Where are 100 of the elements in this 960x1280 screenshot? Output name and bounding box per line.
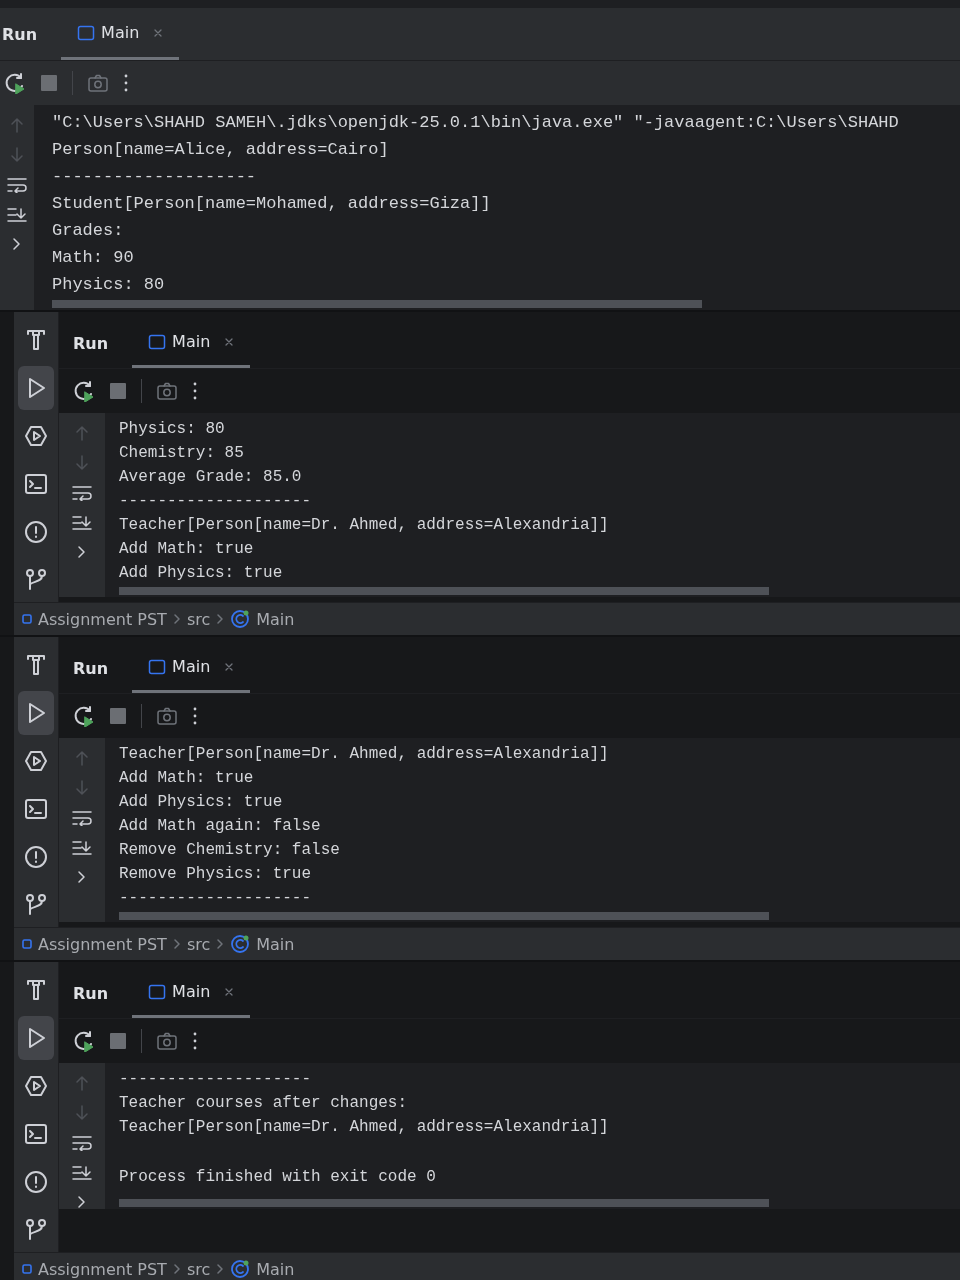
hammer-icon: [24, 978, 48, 1002]
rerun-icon[interactable]: [73, 1030, 95, 1052]
branch-icon: [24, 568, 48, 592]
close-icon[interactable]: [153, 27, 164, 38]
run-tab[interactable]: Main: [132, 643, 251, 693]
stop-icon[interactable]: [109, 1032, 127, 1050]
breadcrumb-item[interactable]: Main: [256, 609, 295, 629]
chevron-right-icon[interactable]: [77, 1195, 87, 1209]
console-line: Student[Person[name=Mohamed, address=Giza]]: [52, 193, 492, 215]
more-icon[interactable]: [192, 706, 198, 726]
class-icon: [230, 934, 251, 954]
chevron-right-icon: [172, 1263, 181, 1275]
stop-icon[interactable]: [109, 707, 127, 725]
camera-icon[interactable]: [87, 73, 109, 93]
rerun-icon[interactable]: [4, 72, 26, 94]
run-tab[interactable]: Main: [132, 968, 251, 1018]
module-icon: [22, 939, 32, 949]
horizontal-scrollbar[interactable]: [119, 587, 769, 595]
soft-wrap-icon[interactable]: [72, 810, 92, 826]
chevron-right-icon[interactable]: [12, 237, 22, 251]
hammer-icon: [24, 653, 48, 677]
console-line: --------------------: [119, 888, 313, 909]
more-icon[interactable]: [192, 1031, 198, 1051]
branch-icon: [24, 893, 48, 917]
stop-icon[interactable]: [109, 382, 127, 400]
problems-icon: [24, 520, 48, 544]
terminal-icon: [24, 797, 48, 821]
class-icon: [230, 609, 251, 629]
stop-icon[interactable]: [40, 74, 58, 92]
breadcrumb-item[interactable]: Main: [256, 934, 295, 954]
console-line: Physics: 80: [52, 274, 166, 296]
class-icon: [230, 1259, 251, 1279]
console-line: Remove Chemistry: false: [119, 840, 341, 861]
horizontal-scrollbar[interactable]: [52, 300, 702, 308]
terminal-icon: [24, 472, 48, 496]
more-icon[interactable]: [192, 381, 198, 401]
breadcrumb-item[interactable]: src: [186, 934, 211, 954]
horizontal-scrollbar[interactable]: [119, 912, 769, 920]
chevron-right-icon[interactable]: [77, 870, 87, 884]
breadcrumb-item[interactable]: src: [186, 1259, 211, 1279]
run-tab[interactable]: Main: [61, 8, 180, 60]
branch-icon: [24, 1218, 48, 1242]
console-line: Teacher[Person[name=Dr. Ahmed, address=Alexandria]]: [119, 1117, 610, 1138]
horizontal-scrollbar[interactable]: [119, 1199, 769, 1207]
camera-icon[interactable]: [156, 381, 178, 401]
soft-wrap-icon[interactable]: [72, 1135, 92, 1151]
console-line: Add Math: true: [119, 539, 255, 560]
rerun-icon[interactable]: [73, 705, 95, 727]
module-icon: [22, 1264, 32, 1274]
camera-icon[interactable]: [156, 706, 178, 726]
rerun-icon[interactable]: [73, 380, 95, 402]
camera-icon[interactable]: [156, 1031, 178, 1051]
console-line: --------------------: [119, 491, 313, 512]
console-line: Grades:: [52, 220, 125, 242]
close-icon[interactable]: [224, 986, 235, 997]
problems-icon: [24, 1170, 48, 1194]
console-line: Remove Physics: true: [119, 864, 313, 885]
scroll-to-end-icon[interactable]: [72, 1165, 92, 1181]
tool-window-title: Run: [2, 24, 38, 44]
console-line: "C:\Users\SHAHD SAMEH\.jdks\openjdk-25.0.1\bin\java.exe" "-javaagent:C:\Users\SHAHD: [52, 112, 900, 134]
scroll-to-end-icon[interactable]: [72, 840, 92, 856]
services-icon: [24, 424, 48, 448]
console-line: Person[name=Alice, address=Cairo]: [52, 139, 390, 161]
console-line: Physics: 80: [119, 419, 226, 440]
breadcrumb-item[interactable]: Assignment PST: [38, 1259, 167, 1279]
run-tool-button[interactable]: [18, 691, 54, 735]
services-icon: [24, 1074, 48, 1098]
run-tab[interactable]: Main: [132, 318, 251, 368]
breadcrumb-item[interactable]: src: [186, 609, 211, 629]
console-line: Add Math again: false: [119, 816, 322, 837]
scroll-to-end-icon[interactable]: [72, 515, 92, 531]
chevron-right-icon[interactable]: [77, 545, 87, 559]
more-icon[interactable]: [123, 73, 129, 93]
scroll-to-end-icon[interactable]: [7, 207, 27, 223]
window-icon: [77, 24, 96, 41]
chevron-right-icon: [216, 938, 225, 950]
soft-wrap-icon[interactable]: [7, 177, 27, 193]
hammer-icon: [24, 328, 48, 352]
chevron-right-icon: [172, 613, 181, 625]
chevron-right-icon: [216, 1263, 225, 1275]
close-icon[interactable]: [224, 661, 235, 672]
chevron-right-icon: [216, 613, 225, 625]
console-line: Add Math: true: [119, 768, 255, 789]
console-line: Teacher[Person[name=Dr. Ahmed, address=Alexandria]]: [119, 744, 610, 765]
close-icon[interactable]: [224, 336, 235, 347]
window-icon: [148, 983, 167, 1000]
console-line: Teacher courses after changes:: [119, 1093, 409, 1114]
breadcrumb-item[interactable]: Main: [256, 1259, 295, 1279]
breadcrumb-item[interactable]: Assignment PST: [38, 609, 167, 629]
process-exit-message: Process finished with exit code 0: [119, 1167, 437, 1188]
breadcrumb-item[interactable]: Assignment PST: [38, 934, 167, 954]
run-tool-button[interactable]: [18, 1016, 54, 1060]
window-icon: [148, 658, 167, 675]
console-line: --------------------: [119, 1069, 313, 1090]
run-tool-button[interactable]: [18, 366, 54, 410]
soft-wrap-icon[interactable]: [72, 485, 92, 501]
console-line: --------------------: [52, 166, 258, 188]
chevron-right-icon: [172, 938, 181, 950]
window-icon: [148, 333, 167, 350]
terminal-icon: [24, 1122, 48, 1146]
